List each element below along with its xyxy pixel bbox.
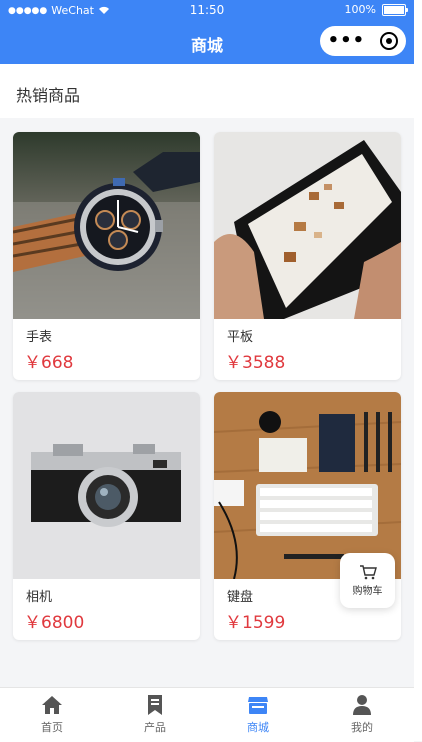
floating-cart-button[interactable]: 购物车	[340, 553, 395, 608]
product-price: ￥1599	[225, 613, 286, 633]
tab-products[interactable]: 产品	[115, 688, 195, 742]
section-header: 热销商品	[0, 64, 414, 118]
more-dots-icon[interactable]: •••	[328, 32, 366, 50]
cart-label: 购物车	[352, 586, 383, 597]
tab-home[interactable]: 首页	[12, 688, 92, 742]
product-card-watch[interactable]: 手表 ￥668	[13, 132, 200, 380]
right-edge	[414, 0, 422, 741]
tab-label: 商城	[247, 721, 269, 734]
tab-label: 首页	[41, 721, 63, 734]
tab-label: 产品	[144, 721, 166, 734]
home-icon	[42, 696, 62, 714]
mini-program-capsule: •••	[320, 26, 406, 56]
tab-label: 我的	[351, 721, 373, 734]
tab-store[interactable]: 商城	[218, 688, 298, 742]
product-price: ￥668	[24, 353, 74, 373]
status-bar: ●●●●● WeChat 11:50 100%	[0, 0, 414, 20]
product-price: ￥3588	[225, 353, 286, 373]
section-title: 热销商品	[16, 86, 81, 105]
battery-icon	[382, 3, 408, 16]
product-card-camera[interactable]: 相机 ￥6800	[13, 392, 200, 640]
product-price: ￥6800	[24, 613, 85, 633]
battery-percent: 100%	[344, 3, 376, 16]
product-name: 平板	[227, 330, 254, 345]
product-name: 键盘	[227, 590, 254, 605]
user-icon	[353, 695, 371, 715]
keyboard-image	[214, 392, 401, 579]
tab-me[interactable]: 我的	[322, 688, 402, 742]
product-name: 相机	[26, 590, 53, 605]
cart-icon	[359, 565, 377, 580]
tab-bar: 首页 产品 商城 我的	[0, 687, 414, 742]
product-name: 手表	[26, 330, 53, 345]
bookmark-icon	[148, 695, 162, 715]
tablet-image	[214, 132, 401, 319]
top-bar: ●●●●● WeChat 11:50 100% 商城 •••	[0, 0, 414, 64]
camera-image	[13, 392, 200, 579]
watch-image	[13, 132, 200, 319]
product-card-tablet[interactable]: 平板 ￥3588	[214, 132, 401, 380]
target-icon[interactable]	[380, 32, 399, 50]
store-icon	[248, 697, 268, 714]
